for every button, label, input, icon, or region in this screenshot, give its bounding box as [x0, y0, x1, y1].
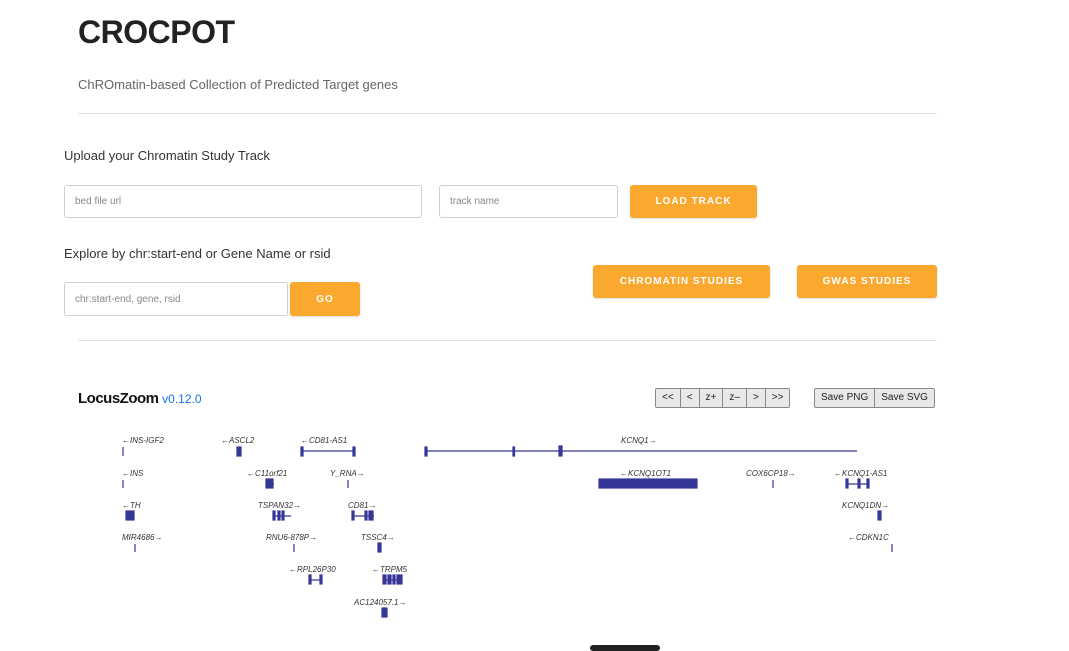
chromatin-studies-button[interactable]: CHROMATIN STUDIES	[593, 265, 770, 298]
locuszoom-title: LocusZoom v0.12.0	[78, 390, 202, 407]
gene-label: ←RPL26P30	[289, 565, 336, 574]
zoom-in-button[interactable]: z+	[699, 389, 724, 407]
gene-trpm5[interactable]	[382, 574, 403, 585]
gene-label: ←C11orf21	[247, 469, 287, 478]
track-name-input[interactable]	[439, 185, 618, 218]
gene-label: COX6CP18→	[746, 469, 796, 478]
gene-label: ←INS	[122, 469, 144, 478]
gene-c11orf21[interactable]	[265, 478, 274, 489]
zoom-out-button[interactable]: z–	[723, 389, 747, 407]
save-svg-button[interactable]: Save SVG	[875, 389, 934, 407]
region-search-input[interactable]	[64, 282, 288, 316]
save-button-group: Save PNG Save SVG	[814, 388, 935, 408]
locuszoom-name: LocusZoom	[78, 390, 159, 407]
header-divider	[78, 113, 937, 114]
gene-labels: ←INS-IGF2 ←ASCL2 ←CD81-AS1 KCNQ1→ ←INS ←…	[122, 436, 889, 607]
upload-label: Upload your Chromatin Study Track	[64, 148, 270, 163]
gene-kcnq1-as1[interactable]	[845, 478, 870, 489]
gene-track-panel[interactable]: ←INS-IGF2 ←ASCL2 ←CD81-AS1 KCNQ1→ ←INS ←…	[0, 420, 1069, 649]
gwas-studies-button[interactable]: GWAS STUDIES	[797, 265, 937, 298]
explore-label: Explore by chr:start-end or Gene Name or…	[64, 246, 331, 261]
gene-label: ←TH	[122, 501, 141, 510]
pan-far-right-button[interactable]: >>	[765, 389, 790, 407]
gene-label: KCNQ1→	[621, 436, 657, 445]
gene-label: ←KCNQ1OT1	[620, 469, 671, 478]
gene-tspan32[interactable]	[272, 510, 291, 521]
gene-cd81[interactable]	[351, 510, 374, 521]
save-png-button[interactable]: Save PNG	[815, 389, 876, 407]
gene-label: TSSC4→	[361, 533, 395, 542]
pan-right-button[interactable]: >	[746, 389, 766, 407]
gene-ascl2[interactable]	[236, 446, 242, 457]
gene-kcnq1ot1[interactable]	[598, 478, 698, 489]
gene-kcnq1[interactable]	[424, 445, 857, 457]
gene-cd81-as1[interactable]	[300, 446, 356, 457]
locuszoom-version: v0.12.0	[162, 392, 202, 406]
gene-th[interactable]	[125, 510, 135, 521]
gene-rpl26p30[interactable]	[308, 574, 323, 585]
gene-label: ←CD81-AS1	[301, 436, 347, 445]
gene-label: Y_RNA→	[330, 469, 365, 478]
app-subtitle: ChROmatin-based Collection of Predicted …	[78, 77, 398, 92]
gene-tssc4[interactable]	[377, 542, 382, 553]
navigation-button-group: << < z+ z– > >>	[655, 388, 791, 408]
gene-label: CD81→	[348, 501, 376, 510]
gene-label: MIR4686→	[122, 533, 162, 542]
gene-label: ←CDKN1C	[848, 533, 889, 542]
pan-far-left-button[interactable]: <<	[656, 389, 681, 407]
gene-label: TSPAN32→	[258, 501, 301, 510]
horizontal-scrollbar-thumb[interactable]	[590, 645, 660, 651]
gene-label: ←KCNQ1-AS1	[834, 469, 887, 478]
gene-label: RNU6-878P→	[266, 533, 317, 542]
gene-label: AC124057.1→	[353, 598, 406, 607]
gene-label: ←TRPM5	[372, 565, 408, 574]
gene-ac124057-1[interactable]	[381, 607, 388, 618]
gene-label: ←ASCL2	[221, 436, 255, 445]
section-divider	[78, 340, 937, 341]
gene-kcnq1dn[interactable]	[877, 510, 882, 521]
gene-label: KCNQ1DN→	[842, 501, 889, 510]
app-title: CROCPOT	[78, 14, 235, 50]
gene-label: ←INS-IGF2	[122, 436, 164, 445]
bed-url-input[interactable]	[64, 185, 422, 218]
pan-left-button[interactable]: <	[680, 389, 700, 407]
load-track-button[interactable]: LOAD TRACK	[630, 185, 757, 218]
go-button[interactable]: GO	[290, 282, 360, 316]
